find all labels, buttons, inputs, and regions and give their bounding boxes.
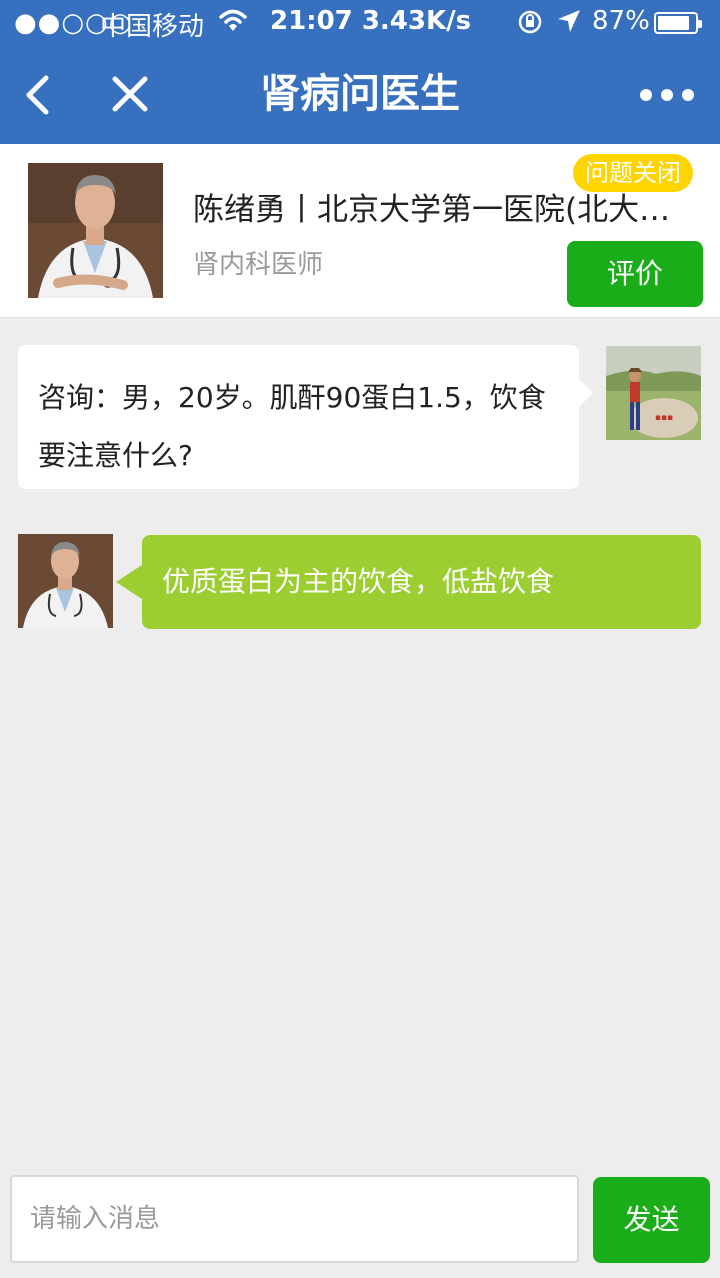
wifi-icon bbox=[219, 9, 247, 31]
battery-percent: 87% bbox=[592, 6, 650, 36]
battery-nub bbox=[698, 20, 702, 28]
user-message-text: 咨询：男，20岁。肌酐90蛋白1.5，饮食要注意什么? bbox=[38, 381, 546, 472]
bubble-tail bbox=[577, 377, 593, 409]
bubble-tail bbox=[116, 565, 142, 599]
user-message-bubble: 咨询：男，20岁。肌酐90蛋白1.5，饮食要注意什么? bbox=[18, 345, 593, 489]
status-badge: 问题关闭 bbox=[573, 154, 693, 192]
page-title: 肾病问医生 bbox=[260, 71, 460, 117]
battery-fill bbox=[658, 16, 689, 30]
rotation-lock-icon bbox=[518, 10, 542, 34]
doctor-photo bbox=[28, 163, 163, 298]
rate-button[interactable]: 评价 bbox=[567, 241, 703, 307]
svg-text:▪▪▪: ▪▪▪ bbox=[655, 413, 673, 423]
status-bar: ●●○○○ 中国移动 21:07 3.43K/s 87% bbox=[0, 0, 720, 46]
close-icon[interactable] bbox=[110, 74, 150, 114]
doctor-avatar[interactable] bbox=[18, 534, 113, 628]
more-icon[interactable] bbox=[632, 80, 702, 110]
doctor-department: 肾内科医师 bbox=[193, 250, 324, 280]
doctor-card: 陈绪勇丨北京大学第一医院(北大… 肾内科医师 问题关闭 评价 bbox=[0, 144, 720, 318]
send-button[interactable]: 发送 bbox=[593, 1177, 710, 1263]
chevron-left-icon[interactable] bbox=[20, 72, 54, 118]
status-time: 21:07 3.43K/s bbox=[270, 6, 472, 36]
doctor-message-text: 优质蛋白为主的饮食，低盐饮食 bbox=[162, 565, 555, 598]
top-bar: ●●○○○ 中国移动 21:07 3.43K/s 87% 肾病问医生 bbox=[0, 0, 720, 144]
doctor-message-bubble: 优质蛋白为主的饮食，低盐饮食 bbox=[116, 535, 701, 629]
carrier-name: 中国移动 bbox=[100, 12, 205, 42]
battery-icon bbox=[654, 12, 702, 34]
user-avatar[interactable]: ▪▪▪ bbox=[606, 346, 701, 440]
message-input[interactable] bbox=[10, 1175, 579, 1263]
location-arrow-icon bbox=[558, 10, 580, 32]
